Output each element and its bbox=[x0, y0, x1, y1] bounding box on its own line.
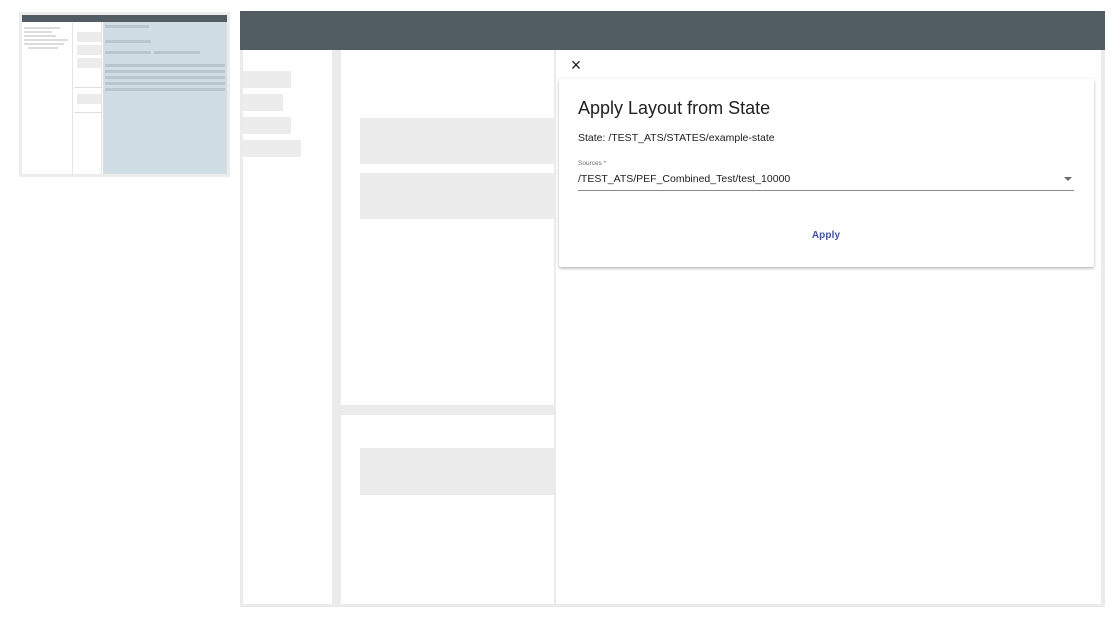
thumbnail-column-1 bbox=[22, 22, 73, 174]
thumbnail-line bbox=[28, 47, 58, 49]
placeholder-card bbox=[360, 118, 554, 164]
thumbnail-row bbox=[105, 88, 225, 91]
placeholder-card bbox=[360, 173, 554, 219]
dialog-title: Apply Layout from State bbox=[578, 98, 771, 118]
thumbnail-line bbox=[24, 27, 60, 29]
thumbnail-divider bbox=[74, 112, 102, 113]
thumbnail-row bbox=[105, 64, 225, 67]
thumbnail-line bbox=[24, 39, 68, 41]
thumbnail-highlighted-area bbox=[103, 22, 227, 174]
middle-column-bottom bbox=[341, 415, 554, 604]
thumbnail-line bbox=[24, 31, 52, 33]
close-icon[interactable]: × bbox=[565, 54, 587, 76]
thumbnail-row bbox=[105, 25, 149, 28]
left-column bbox=[243, 50, 332, 604]
thumbnail-canvas bbox=[22, 15, 227, 174]
sources-select[interactable]: /TEST_ATS/PEF_Combined_Test/test_10000 bbox=[578, 170, 1074, 191]
sources-selected-value: /TEST_ATS/PEF_Combined_Test/test_10000 bbox=[578, 173, 791, 185]
thumbnail-row bbox=[105, 76, 225, 79]
thumbnail-row bbox=[105, 51, 151, 54]
thumbnail-block bbox=[77, 94, 101, 104]
placeholder-item bbox=[243, 71, 291, 88]
thumbnail-block bbox=[77, 32, 101, 42]
thumbnail-row bbox=[105, 82, 225, 85]
thumbnail-row bbox=[105, 40, 151, 43]
placeholder-item bbox=[243, 140, 301, 157]
thumbnail-divider bbox=[74, 87, 102, 88]
apply-layout-dialog: Apply Layout from State State: /TEST_ATS… bbox=[559, 79, 1094, 267]
apply-button[interactable]: Apply bbox=[796, 226, 856, 246]
thumbnail-block bbox=[77, 45, 101, 55]
chevron-down-icon bbox=[1064, 177, 1072, 181]
state-path-text: State: /TEST_ATS/STATES/example-state bbox=[578, 132, 775, 144]
placeholder-item bbox=[243, 117, 291, 134]
thumbnail-line bbox=[24, 43, 64, 45]
layout-thumbnail bbox=[19, 12, 230, 177]
top-bar bbox=[240, 11, 1105, 50]
thumbnail-topbar bbox=[22, 15, 227, 22]
sources-label: Sources * bbox=[578, 160, 607, 167]
placeholder-item bbox=[243, 94, 283, 111]
thumbnail-column-2 bbox=[74, 22, 102, 174]
thumbnail-line bbox=[24, 35, 56, 37]
thumbnail-block bbox=[77, 58, 101, 68]
middle-column-top bbox=[341, 50, 554, 405]
thumbnail-row bbox=[105, 70, 225, 73]
thumbnail-row bbox=[154, 51, 200, 54]
placeholder-card bbox=[360, 448, 554, 495]
